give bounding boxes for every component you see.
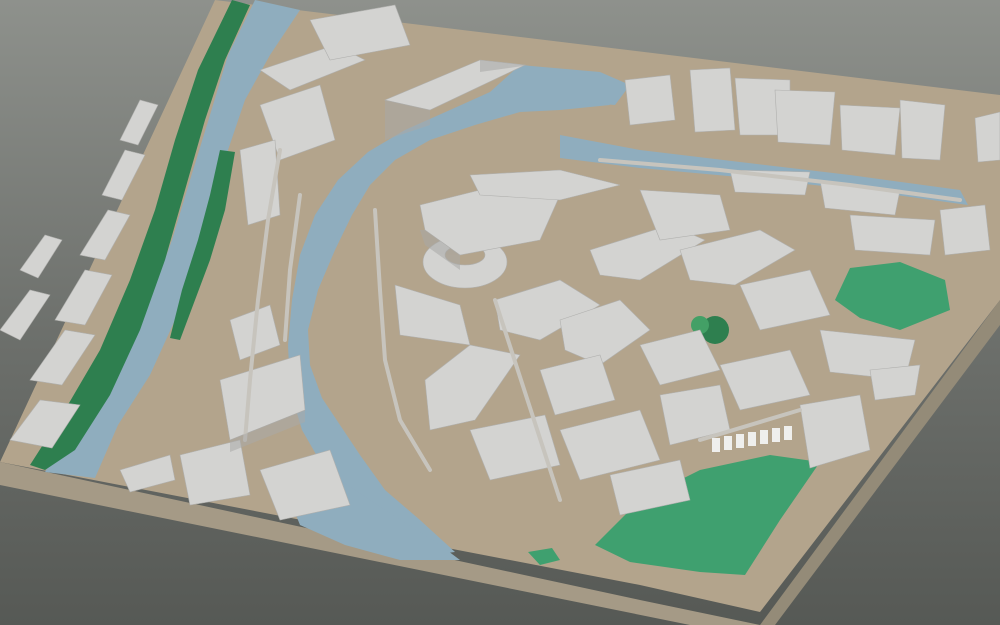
city-model-scene	[0, 0, 1000, 625]
